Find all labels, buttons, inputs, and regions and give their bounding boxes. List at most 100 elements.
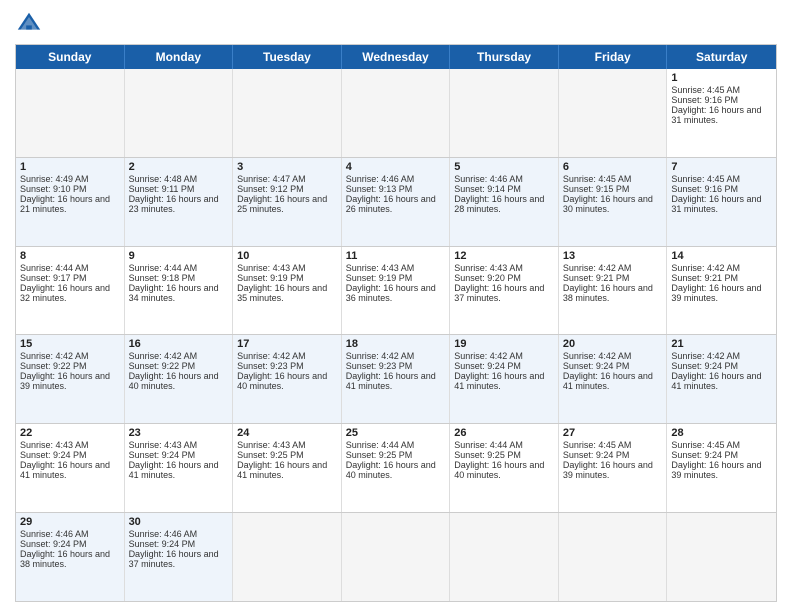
day-cell-11: 11Sunrise: 4:43 AMSunset: 9:19 PMDayligh…	[342, 247, 451, 335]
calendar: SundayMondayTuesdayWednesdayThursdayFrid…	[15, 44, 777, 602]
daylight: Daylight: 16 hours and 31 minutes.	[671, 105, 761, 125]
day-number: 12	[454, 250, 554, 262]
calendar-row-3: 15Sunrise: 4:42 AMSunset: 9:22 PMDayligh…	[16, 334, 776, 423]
sunrise: Sunrise: 4:45 AM	[671, 440, 740, 450]
day-number: 26	[454, 427, 554, 439]
day-number: 4	[346, 161, 446, 173]
sunset: Sunset: 9:17 PM	[20, 273, 87, 283]
sunrise: Sunrise: 4:42 AM	[563, 351, 632, 361]
calendar-row-1: 1Sunrise: 4:49 AMSunset: 9:10 PMDaylight…	[16, 157, 776, 246]
day-cell-1: 1Sunrise: 4:45 AMSunset: 9:16 PMDaylight…	[667, 69, 776, 157]
sunrise: Sunrise: 4:49 AM	[20, 174, 89, 184]
logo	[15, 10, 47, 38]
day-number: 28	[671, 427, 772, 439]
daylight: Daylight: 16 hours and 41 minutes.	[454, 371, 544, 391]
header-day-saturday: Saturday	[667, 45, 776, 69]
daylight: Daylight: 16 hours and 30 minutes.	[563, 194, 653, 214]
day-cell-17: 17Sunrise: 4:42 AMSunset: 9:23 PMDayligh…	[233, 335, 342, 423]
header-day-thursday: Thursday	[450, 45, 559, 69]
sunrise: Sunrise: 4:43 AM	[129, 440, 198, 450]
day-cell-10: 10Sunrise: 4:43 AMSunset: 9:19 PMDayligh…	[233, 247, 342, 335]
day-cell-5: 5Sunrise: 4:46 AMSunset: 9:14 PMDaylight…	[450, 158, 559, 246]
sunrise: Sunrise: 4:44 AM	[454, 440, 523, 450]
day-number: 23	[129, 427, 229, 439]
sunset: Sunset: 9:24 PM	[454, 361, 521, 371]
daylight: Daylight: 16 hours and 34 minutes.	[129, 283, 219, 303]
sunrise: Sunrise: 4:45 AM	[671, 174, 740, 184]
sunrise: Sunrise: 4:45 AM	[563, 174, 632, 184]
daylight: Daylight: 16 hours and 28 minutes.	[454, 194, 544, 214]
sunset: Sunset: 9:18 PM	[129, 273, 196, 283]
sunset: Sunset: 9:16 PM	[671, 184, 738, 194]
sunrise: Sunrise: 4:42 AM	[129, 351, 198, 361]
day-number: 14	[671, 250, 772, 262]
sunset: Sunset: 9:23 PM	[237, 361, 304, 371]
day-cell-20: 20Sunrise: 4:42 AMSunset: 9:24 PMDayligh…	[559, 335, 668, 423]
sunset: Sunset: 9:24 PM	[671, 361, 738, 371]
day-cell-29: 29Sunrise: 4:46 AMSunset: 9:24 PMDayligh…	[16, 513, 125, 601]
header-day-friday: Friday	[559, 45, 668, 69]
sunset: Sunset: 9:22 PM	[129, 361, 196, 371]
calendar-header: SundayMondayTuesdayWednesdayThursdayFrid…	[16, 45, 776, 69]
day-number: 13	[563, 250, 663, 262]
sunset: Sunset: 9:24 PM	[563, 450, 630, 460]
daylight: Daylight: 16 hours and 40 minutes.	[129, 371, 219, 391]
daylight: Daylight: 16 hours and 41 minutes.	[671, 371, 761, 391]
sunset: Sunset: 9:23 PM	[346, 361, 413, 371]
day-cell-9: 9Sunrise: 4:44 AMSunset: 9:18 PMDaylight…	[125, 247, 234, 335]
day-cell-22: 22Sunrise: 4:43 AMSunset: 9:24 PMDayligh…	[16, 424, 125, 512]
header	[15, 10, 777, 38]
sunset: Sunset: 9:24 PM	[20, 539, 87, 549]
empty-cell	[125, 69, 234, 157]
daylight: Daylight: 16 hours and 41 minutes.	[129, 460, 219, 480]
day-cell-8: 8Sunrise: 4:44 AMSunset: 9:17 PMDaylight…	[16, 247, 125, 335]
sunset: Sunset: 9:11 PM	[129, 184, 195, 194]
day-cell-4: 4Sunrise: 4:46 AMSunset: 9:13 PMDaylight…	[342, 158, 451, 246]
sunset: Sunset: 9:13 PM	[346, 184, 413, 194]
day-cell-16: 16Sunrise: 4:42 AMSunset: 9:22 PMDayligh…	[125, 335, 234, 423]
sunrise: Sunrise: 4:46 AM	[129, 529, 198, 539]
sunrise: Sunrise: 4:44 AM	[129, 263, 198, 273]
sunrise: Sunrise: 4:42 AM	[671, 263, 740, 273]
daylight: Daylight: 16 hours and 32 minutes.	[20, 283, 110, 303]
sunset: Sunset: 9:14 PM	[454, 184, 521, 194]
day-cell-30: 30Sunrise: 4:46 AMSunset: 9:24 PMDayligh…	[125, 513, 234, 601]
empty-cell	[233, 513, 342, 601]
sunset: Sunset: 9:16 PM	[671, 95, 738, 105]
sunset: Sunset: 9:10 PM	[20, 184, 87, 194]
sunrise: Sunrise: 4:42 AM	[563, 263, 632, 273]
empty-cell	[342, 69, 451, 157]
sunset: Sunset: 9:15 PM	[563, 184, 630, 194]
daylight: Daylight: 16 hours and 35 minutes.	[237, 283, 327, 303]
sunset: Sunset: 9:24 PM	[20, 450, 87, 460]
empty-cell	[450, 513, 559, 601]
day-number: 25	[346, 427, 446, 439]
daylight: Daylight: 16 hours and 39 minutes.	[20, 371, 110, 391]
daylight: Daylight: 16 hours and 38 minutes.	[563, 283, 653, 303]
sunset: Sunset: 9:24 PM	[563, 361, 630, 371]
day-number: 9	[129, 250, 229, 262]
day-number: 24	[237, 427, 337, 439]
day-cell-25: 25Sunrise: 4:44 AMSunset: 9:25 PMDayligh…	[342, 424, 451, 512]
day-number: 17	[237, 338, 337, 350]
daylight: Daylight: 16 hours and 40 minutes.	[237, 371, 327, 391]
sunrise: Sunrise: 4:43 AM	[454, 263, 523, 273]
day-cell-12: 12Sunrise: 4:43 AMSunset: 9:20 PMDayligh…	[450, 247, 559, 335]
day-cell-7: 7Sunrise: 4:45 AMSunset: 9:16 PMDaylight…	[667, 158, 776, 246]
day-number: 2	[129, 161, 229, 173]
sunrise: Sunrise: 4:44 AM	[20, 263, 89, 273]
daylight: Daylight: 16 hours and 41 minutes.	[237, 460, 327, 480]
day-number: 18	[346, 338, 446, 350]
page: SundayMondayTuesdayWednesdayThursdayFrid…	[0, 0, 792, 612]
day-number: 3	[237, 161, 337, 173]
daylight: Daylight: 16 hours and 37 minutes.	[129, 549, 219, 569]
daylight: Daylight: 16 hours and 41 minutes.	[20, 460, 110, 480]
sunset: Sunset: 9:24 PM	[671, 450, 738, 460]
day-number: 10	[237, 250, 337, 262]
sunrise: Sunrise: 4:42 AM	[346, 351, 415, 361]
daylight: Daylight: 16 hours and 37 minutes.	[454, 283, 544, 303]
sunrise: Sunrise: 4:42 AM	[20, 351, 89, 361]
day-number: 7	[671, 161, 772, 173]
day-cell-24: 24Sunrise: 4:43 AMSunset: 9:25 PMDayligh…	[233, 424, 342, 512]
sunrise: Sunrise: 4:42 AM	[671, 351, 740, 361]
